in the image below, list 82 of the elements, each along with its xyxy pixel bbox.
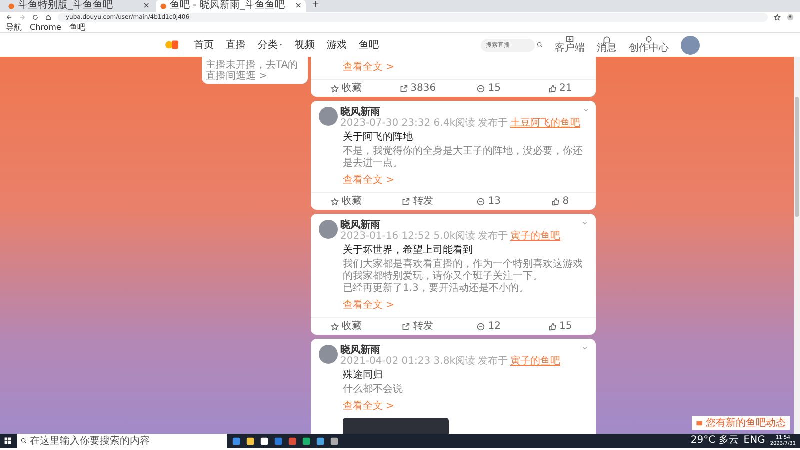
post-action-button[interactable]: 15 [454, 80, 525, 97]
profile-icon[interactable] [787, 14, 794, 21]
header-link[interactable]: 消息 [597, 36, 617, 54]
bookmark-link[interactable]: 鱼吧 [69, 22, 86, 32]
monitor-icon [566, 36, 574, 44]
post-meta: 2021-04-02 01:23 3.8k阅读 [340, 356, 476, 367]
windows-icon[interactable] [4, 437, 12, 445]
post-action-button[interactable]: 21 [524, 80, 596, 97]
post-title: 关于坏世界，希望上司能看到 [343, 245, 474, 257]
nav-link[interactable]: 首页 [194, 38, 214, 52]
post-action-button[interactable]: 15 [524, 318, 596, 335]
nav-link[interactable]: 鱼吧 [359, 38, 379, 52]
post-action-button[interactable]: 转发 [382, 193, 454, 210]
star-icon [331, 198, 340, 206]
author-avatar[interactable] [319, 107, 338, 126]
thumbs-up-icon [548, 322, 556, 330]
search-icon [21, 438, 27, 444]
nav-link[interactable]: 视频 [295, 38, 315, 52]
post-text: 什么都不会说 [343, 384, 404, 396]
share-icon [400, 84, 408, 92]
post-text: 不是，我觉得你的全身是大王子的阵地，没必要，你还是去进一点。 [343, 146, 584, 170]
browser-tab[interactable]: 斗鱼特别版_斗鱼鱼吧 × [4, 0, 154, 12]
bookmark-link[interactable]: 导航 [6, 22, 22, 32]
bookmark-link[interactable]: Chrome [30, 22, 62, 32]
posted-in-label: 发布于 [478, 118, 508, 129]
star-icon [331, 84, 340, 92]
post-action-button[interactable]: 收藏 [311, 318, 382, 335]
thumbs-up-icon [548, 84, 556, 92]
taskbar-search[interactable]: 在这里输入你要搜索的内容 [17, 434, 227, 448]
fish-icon [160, 2, 167, 10]
nav-link[interactable]: 游戏 [327, 38, 347, 52]
star-icon[interactable] [774, 14, 781, 21]
notification-toast[interactable]: 您有新的鱼吧动态 [692, 416, 790, 430]
mail-icon [696, 420, 703, 426]
header-link[interactable]: 创作中心 [629, 36, 669, 54]
post-text: 已经再更新了1.3，要开活动还是不小的。 [343, 283, 530, 295]
author-name[interactable]: 晓风新雨 [340, 107, 580, 118]
post-action-button[interactable]: 收藏 [311, 80, 382, 97]
post-meta: 2023-01-16 12:52 5.0k阅读 [340, 231, 476, 242]
post-meta: 2023-07-30 23:32 6.4k阅读 [340, 118, 476, 129]
comment-icon [477, 84, 486, 92]
weather-text: 29°C 多云 [690, 436, 739, 446]
user-avatar[interactable] [681, 36, 700, 54]
comment-icon [477, 322, 486, 330]
notification-text: 您有新的鱼吧动态 [706, 416, 786, 430]
reload-icon[interactable] [32, 14, 39, 21]
fish-icon [8, 2, 15, 10]
author-name[interactable]: 晓风新雨 [340, 345, 580, 356]
post-title: 关于阿飞的阵地 [343, 132, 414, 144]
home-icon[interactable] [45, 14, 52, 21]
post-action-button[interactable]: 转发 [382, 318, 454, 335]
sidebar-card-text: 主播未开播，去TA的直播间逛逛 > [206, 60, 300, 82]
search-icon[interactable] [537, 42, 543, 48]
caret-icon [279, 43, 283, 47]
bell-icon [603, 36, 611, 44]
close-button[interactable]: × [143, 1, 150, 11]
author-avatar[interactable] [319, 345, 338, 364]
close-button[interactable]: × [295, 1, 302, 11]
back-icon[interactable] [6, 14, 13, 21]
lightbulb-icon [645, 36, 653, 44]
author-name[interactable]: 晓风新雨 [340, 220, 580, 231]
new-tab-button[interactable]: + [308, 0, 324, 12]
post-action-button[interactable]: 收藏 [311, 193, 382, 210]
post-action-button[interactable]: 3836 [382, 80, 454, 97]
author-avatar[interactable] [319, 220, 338, 239]
language-indicator[interactable]: ENG [744, 436, 766, 446]
scrollbar[interactable] [794, 57, 800, 434]
post-text: 我们大家都是喜欢看直播的，作为一个特别喜欢这游戏的我家都特别爱玩，请你又个班子关注一下。 [343, 259, 584, 282]
post-action-button[interactable]: 12 [454, 318, 525, 335]
thumbs-up-icon [552, 198, 560, 206]
header-link[interactable]: 客户端 [555, 36, 585, 54]
post-title: 殊途同归 [343, 370, 384, 382]
star-icon [331, 322, 340, 330]
share-icon [402, 198, 410, 206]
posted-in-label: 发布于 [478, 356, 508, 367]
nav-link[interactable]: 分类 [258, 38, 283, 52]
posted-in-label: 发布于 [478, 231, 508, 242]
post-action-button[interactable]: 13 [454, 193, 525, 210]
nav-link[interactable]: 直播 [226, 38, 246, 52]
share-icon [402, 322, 410, 330]
comment-icon [477, 198, 486, 206]
post-action-button[interactable]: 8 [524, 193, 596, 210]
